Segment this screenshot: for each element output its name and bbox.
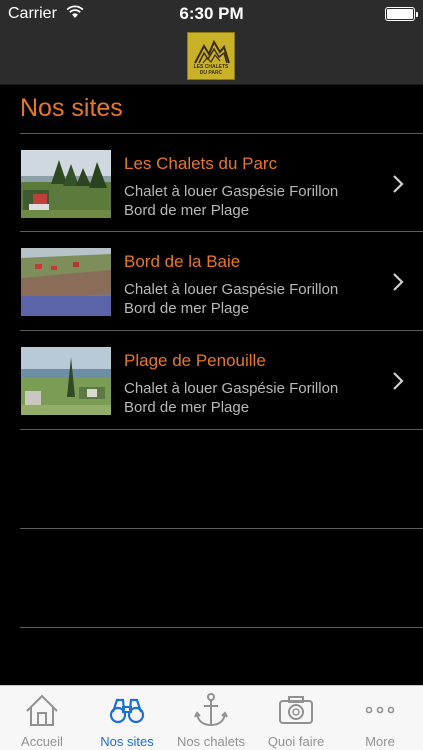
- tab-label: Accueil: [21, 734, 63, 749]
- site-description: Chalet à louer Gaspésie Forillon Bord de…: [124, 380, 339, 416]
- site-row-plage-de-penouille[interactable]: Plage de Penouille Chalet à louer Gaspés…: [20, 331, 423, 430]
- more-dots-icon: [365, 706, 395, 714]
- tab-accueil[interactable]: Accueil: [0, 686, 84, 750]
- tab-bar: Accueil Nos sites Nos chalets Quoi faire: [0, 685, 423, 750]
- empty-row-separator: [20, 627, 423, 628]
- site-description: Chalet à louer Gaspésie Forillon Bord de…: [124, 281, 339, 317]
- chevron-right-icon: [393, 175, 404, 193]
- site-title: Les Chalets du Parc: [124, 154, 278, 173]
- site-title: Plage de Penouille: [124, 351, 266, 370]
- tab-more[interactable]: More: [338, 686, 422, 750]
- clock: 6:30 PM: [179, 4, 244, 23]
- site-thumbnail: [21, 150, 111, 218]
- tab-nos-chalets[interactable]: Nos chalets: [169, 686, 253, 750]
- logo-text-line2: DU PARC: [199, 70, 223, 76]
- tab-label: Nos chalets: [177, 734, 245, 749]
- site-title: Bord de la Baie: [124, 252, 241, 271]
- site-thumbnail: [21, 248, 111, 316]
- battery-icon: [385, 7, 418, 21]
- chevron-right-icon: [393, 273, 404, 291]
- site-description: Chalet à louer Gaspésie Forillon Bord de…: [124, 183, 339, 219]
- tab-label: Nos sites: [100, 734, 154, 749]
- house-icon: [26, 694, 58, 726]
- binoculars-icon: [109, 698, 145, 724]
- tab-nos-sites[interactable]: Nos sites: [85, 686, 169, 750]
- site-row-chalets-du-parc[interactable]: Les Chalets du Parc Chalet à louer Gaspé…: [20, 133, 423, 232]
- tab-label: Quoi faire: [267, 734, 325, 749]
- status-bar: Carrier 6:30 PM: [0, 0, 423, 28]
- site-row-bord-de-la-baie[interactable]: Bord de la Baie Chalet à louer Gaspésie …: [20, 232, 423, 331]
- chevron-right-icon: [393, 372, 404, 390]
- brand-logo: LES CHALETS DU PARC: [187, 32, 235, 80]
- tab-label: More: [365, 734, 395, 749]
- page-title: Nos sites: [20, 94, 123, 122]
- site-thumbnail: [21, 347, 111, 415]
- navigation-bar: LES CHALETS DU PARC: [0, 28, 423, 85]
- tab-quoi-faire[interactable]: Quoi faire: [254, 686, 338, 750]
- camera-icon: [279, 696, 313, 724]
- anchor-icon: [194, 693, 228, 727]
- mountain-logo-icon: [194, 39, 230, 64]
- empty-row-separator: [20, 528, 423, 529]
